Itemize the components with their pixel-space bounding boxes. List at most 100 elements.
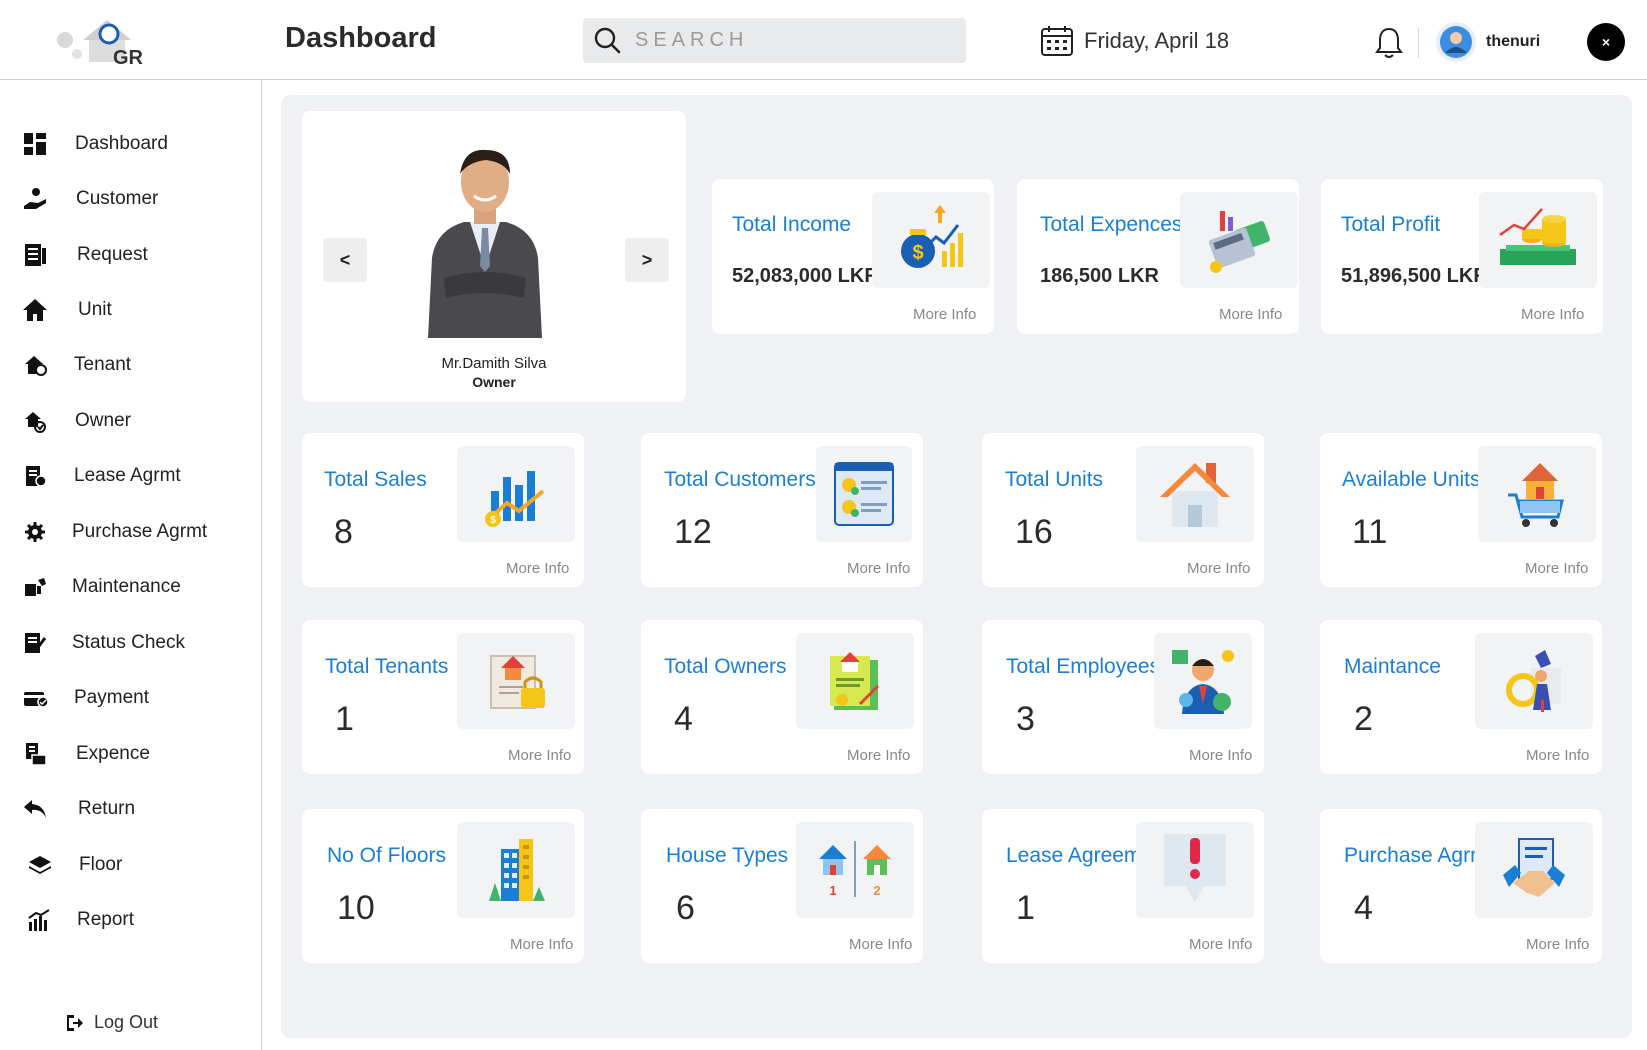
total-owners-card[interactable]: Total Owners 4 More Info — [641, 620, 923, 774]
sidebar-item-label: Maintenance — [72, 576, 181, 597]
user-menu[interactable]: thenuri — [1436, 22, 1540, 62]
more-info-link[interactable]: More Info — [1526, 936, 1589, 953]
more-info-link[interactable]: More Info — [847, 747, 910, 764]
available-units-card[interactable]: Available Units 11 More Info — [1320, 433, 1602, 587]
more-info-link[interactable]: More Info — [1189, 747, 1252, 764]
request-list-icon — [25, 244, 46, 266]
sidebar-item-payment[interactable]: Payment — [22, 683, 149, 713]
more-info-link[interactable]: More Info — [1219, 306, 1282, 323]
logout-button[interactable]: Log Out — [64, 1012, 158, 1033]
card-value: 1 — [335, 700, 354, 738]
sidebar-item-label: Return — [78, 798, 136, 819]
date-display: Friday, April 18 — [1040, 24, 1229, 58]
more-info-link[interactable]: More Info — [1521, 306, 1584, 323]
lease-alert-icon — [1164, 834, 1226, 902]
logo: GR — [57, 20, 144, 68]
no-of-floors-card[interactable]: No Of Floors 10 More Info — [302, 809, 584, 963]
total-customers-card[interactable]: Total Customers 12 More Info — [641, 433, 923, 587]
floor-layers-icon — [29, 856, 51, 874]
lease-agreement-card[interactable]: Lease Agreement 1 More Info — [982, 809, 1264, 963]
more-info-link[interactable]: More Info — [1526, 747, 1589, 764]
sidebar-item-dashboard[interactable]: Dashboard — [22, 129, 168, 159]
sidebar-item-report[interactable]: Report — [22, 905, 134, 935]
tenants-lock-icon — [490, 655, 545, 709]
expences-calculator-icon — [1208, 211, 1270, 273]
card-title: Total Employees — [1006, 655, 1161, 678]
sidebar-item-floor[interactable]: Floor — [22, 850, 122, 880]
card-icon-box — [457, 633, 575, 729]
customer-hand-icon — [24, 188, 46, 209]
floors-building-icon — [489, 839, 545, 901]
total-profit-card[interactable]: Total Profit 51,896,500 LKR More Info — [1321, 179, 1603, 334]
sidebar-item-tenant[interactable]: Tenant — [22, 350, 131, 380]
sidebar-item-maintenance[interactable]: Maintenance — [22, 572, 181, 602]
owner-photo — [428, 149, 542, 338]
sales-chart-icon: $ — [485, 471, 545, 527]
total-employees-card[interactable]: Total Employees 3 More Info — [982, 620, 1264, 774]
svg-text:GR: GR — [113, 47, 144, 68]
card-icon-box — [1475, 822, 1593, 918]
purchase-gear-icon — [25, 522, 45, 542]
available-cart-icon — [1508, 463, 1564, 527]
more-info-link[interactable]: More Info — [1525, 560, 1588, 577]
card-value: 4 — [674, 700, 693, 738]
sidebar-item-expence[interactable]: Expence — [22, 739, 150, 769]
maintance-worker-icon — [1506, 650, 1561, 712]
total-tenants-card[interactable]: Total Tenants 1 More Info — [302, 620, 584, 774]
search-icon — [594, 27, 621, 54]
card-title: Total Sales — [324, 468, 427, 491]
card-value: 1 — [1016, 889, 1035, 927]
profile-next-button[interactable]: > — [625, 238, 669, 282]
close-button[interactable]: × — [1587, 23, 1625, 61]
payment-icon — [24, 692, 48, 708]
card-title: Available Units — [1342, 468, 1481, 491]
notification-bell-icon[interactable] — [1374, 26, 1404, 60]
more-info-link[interactable]: More Info — [849, 936, 912, 953]
card-title: Total Income — [732, 213, 852, 236]
search-input[interactable] — [635, 24, 955, 56]
sidebar-item-request[interactable]: Request — [22, 240, 148, 270]
house-types-card[interactable]: House Types 6 1 2 More Info — [641, 809, 923, 963]
sidebar-item-customer[interactable]: Customer — [22, 184, 158, 214]
sidebar-item-lease-agrmt[interactable]: Lease Agrmt — [22, 461, 181, 491]
customers-profile-icon — [834, 462, 894, 526]
more-info-link[interactable]: More Info — [506, 560, 569, 577]
sidebar-item-status-check[interactable]: Status Check — [22, 628, 185, 658]
sidebar-item-label: Payment — [74, 687, 149, 708]
card-icon-box — [1154, 633, 1252, 729]
more-info-link[interactable]: More Info — [508, 747, 571, 764]
profile-prev-button[interactable]: < — [323, 238, 367, 282]
more-info-link[interactable]: More Info — [1189, 936, 1252, 953]
sidebar: Dashboard Customer Request Unit Tenant O… — [0, 80, 262, 1050]
sidebar-item-label: Expence — [76, 743, 150, 764]
search-bar[interactable] — [583, 18, 966, 63]
sidebar-item-purchase-agrmt[interactable]: Purchase Agrmt — [22, 517, 207, 547]
card-title: Total Customers — [664, 468, 816, 491]
dashboard-grid-icon — [24, 133, 46, 155]
header-divider — [1418, 28, 1419, 58]
more-info-link[interactable]: More Info — [510, 936, 573, 953]
card-title: Total Units — [1005, 468, 1104, 491]
total-sales-card[interactable]: Total Sales 8 $ More Info — [302, 433, 584, 587]
total-income-card[interactable]: Total Income 52,083,000 LKR $ More Info — [712, 179, 994, 334]
user-avatar-icon — [1440, 26, 1472, 58]
card-value: 3 — [1016, 700, 1035, 738]
card-value: 52,083,000 LKR — [732, 265, 879, 287]
more-info-link[interactable]: More Info — [847, 560, 910, 577]
purchase-agrmt-card[interactable]: Purchase Agrmt 4 More Info — [1320, 809, 1602, 963]
sidebar-item-unit[interactable]: Unit — [22, 295, 112, 325]
card-title: No Of Floors — [327, 844, 447, 867]
card-icon-box — [1479, 192, 1597, 288]
total-units-card[interactable]: Total Units 16 More Info — [982, 433, 1264, 587]
more-info-link[interactable]: More Info — [1187, 560, 1250, 577]
date-text: Friday, April 18 — [1084, 28, 1230, 53]
card-title: Purchase Agrmt — [1344, 844, 1494, 867]
avatar — [1436, 22, 1476, 62]
sidebar-item-owner[interactable]: Owner — [22, 406, 131, 436]
maintance-card[interactable]: Maintance 2 More Info — [1320, 620, 1602, 774]
sidebar-item-label: Tenant — [74, 354, 132, 375]
sidebar-item-return[interactable]: Return — [22, 794, 135, 824]
more-info-link[interactable]: More Info — [913, 306, 976, 323]
card-value: 51,896,500 LKR — [1341, 265, 1488, 287]
total-expences-card[interactable]: Total Expences 186,500 LKR More Info — [1017, 179, 1299, 334]
